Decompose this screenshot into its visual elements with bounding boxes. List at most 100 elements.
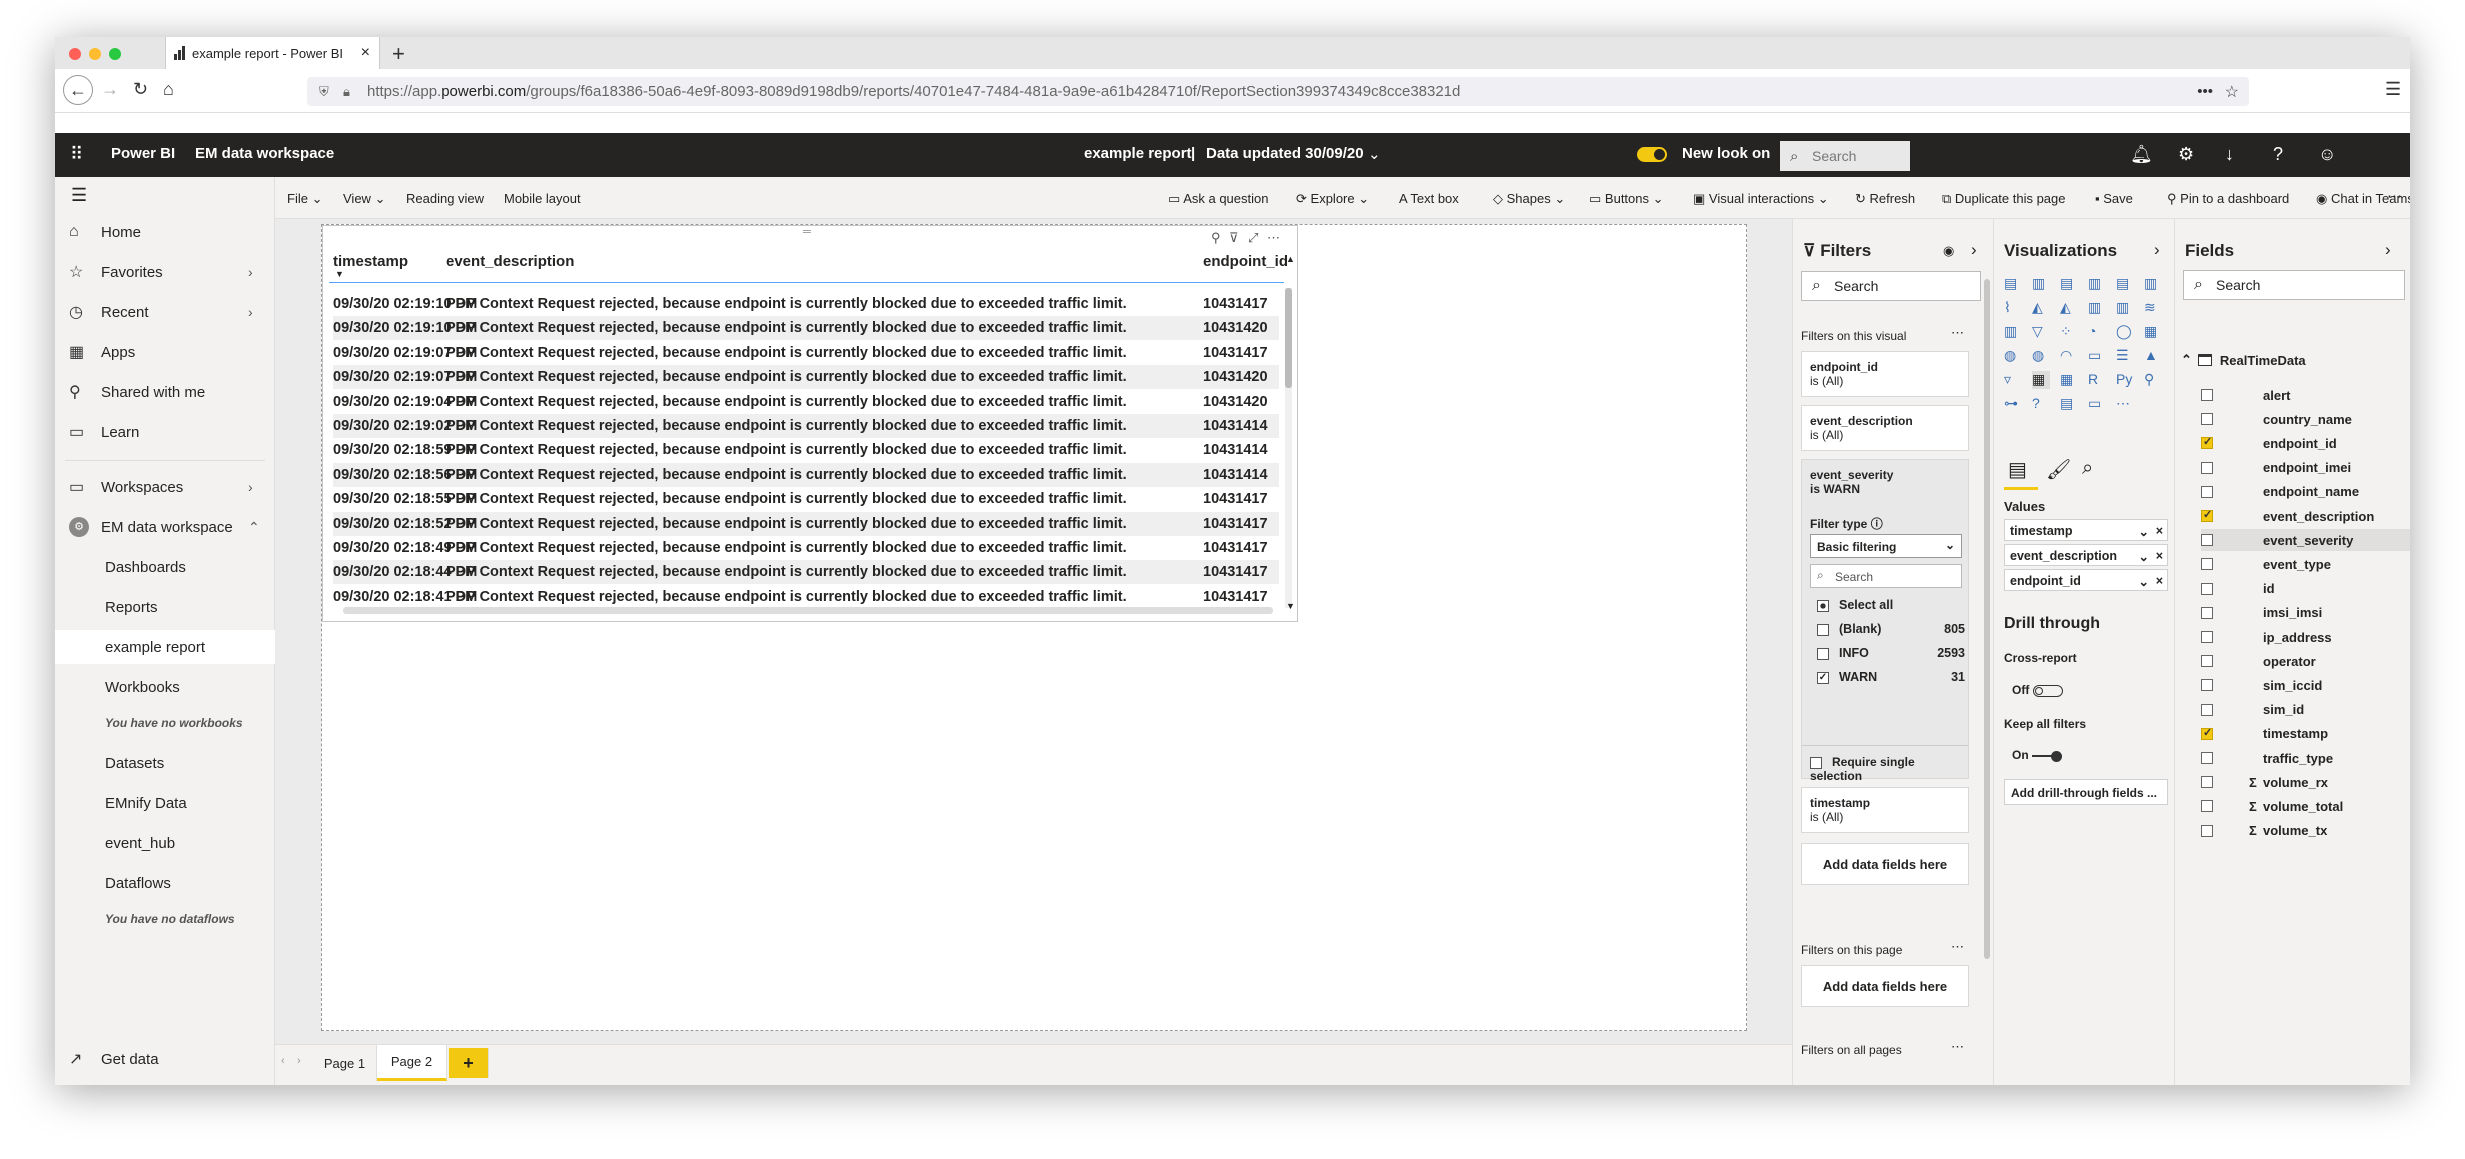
field-checkbox[interactable] [2201,606,2213,619]
field-event-type[interactable]: event_type [2201,553,2410,575]
scatter-visual-icon[interactable]: ⁘ [2060,323,2078,341]
field-volume-total[interactable]: Σvolume_total [2201,795,2410,817]
field-id[interactable]: id [2201,578,2410,600]
explore-menu[interactable]: ⟳ Explore ⌄ [1296,191,1369,207]
field-checkbox[interactable] [2201,703,2213,716]
nav-reports[interactable]: Reports [55,592,275,622]
kpi-visual-icon[interactable]: ▲ [2144,347,2162,365]
table-row[interactable]: 09/30/20 02:19:10 PM PDP Context Request … [333,316,1279,341]
field-checkbox[interactable] [2201,824,2213,837]
keep-filters-toggle[interactable]: On [2012,748,2063,762]
field-event-description[interactable]: ✓ event_description [2201,505,2410,527]
refresh-button[interactable]: ↻ Refresh [1855,191,1915,207]
back-icon[interactable]: ← [63,75,93,105]
add-visual-filter-fields[interactable]: Add data fields here [1801,843,1969,885]
analytics-magnifier-icon[interactable]: ⌕ [2082,457,2093,480]
field-endpoint-name[interactable]: endpoint_name [2201,481,2410,503]
field-checkbox[interactable] [2201,679,2213,692]
filter-type-dropdown[interactable]: Basic filtering ⌄ [1810,534,1962,558]
data-updated[interactable]: Data updated 30/09/20 [1206,145,1364,162]
nav-em-workspace[interactable]: ⚙ EM data workspace ⌃ [55,512,275,542]
table-row[interactable]: 09/30/20 02:19:04 PM PDP Context Request … [333,390,1279,414]
field-alert[interactable]: alert [2201,384,2410,406]
multi-row-card-visual-icon[interactable]: ☰ [2116,347,2134,365]
collapse-filters-icon[interactable]: › [1971,240,1977,260]
nav-home[interactable]: ⌂ Home [55,217,275,247]
fields-tab-icon[interactable]: ▤ [2008,457,2027,482]
slicer-visual-icon[interactable]: ▿ [2004,371,2022,389]
nav-apps[interactable]: ▦ Apps [55,337,275,367]
nav-shared[interactable]: ⚲ Shared with me [55,377,275,407]
treemap-visual-icon[interactable]: ▦ [2144,323,2162,341]
table-row[interactable]: 09/30/20 02:18:44 PM PDP Context Request … [333,560,1279,585]
table-row[interactable]: 09/30/20 02:18:59 PM PDP Context Request … [333,438,1279,462]
remove-field-icon[interactable]: × [2156,549,2163,563]
field-checkbox[interactable]: ✓ [2201,436,2213,450]
field-checkbox[interactable] [2201,485,2213,498]
tab-page-2[interactable]: Page 2 [377,1045,447,1081]
hamburger-icon[interactable]: ☰ [71,185,87,206]
filter-card-endpoint-id[interactable]: endpoint_id is (All) [1801,351,1969,397]
field-checkbox[interactable] [2201,631,2213,643]
column-header-endpoint-id[interactable]: endpoint_id [1203,253,1288,270]
scroll-down-icon[interactable]: ▼ [1286,601,1295,611]
table-row[interactable]: 09/30/20 02:18:55 PM PDP Context Request … [333,487,1279,511]
table-row[interactable]: 09/30/20 02:18:52 PM PDP Context Request … [333,511,1279,536]
field-sim-id[interactable]: sim_id [2201,699,2410,721]
home-icon[interactable]: ⌂ [163,79,174,100]
line-clustered-visual-icon[interactable]: ▥ [2116,299,2134,317]
field-checkbox[interactable] [2201,655,2213,668]
nav-workspaces[interactable]: ▭ Workspaces › [55,472,275,502]
field-traffic-type[interactable]: traffic_type [2201,747,2410,769]
filter-values-search[interactable]: ⌕ Search [1810,564,1962,588]
stacked-column-visual-icon[interactable]: ▥ [2032,275,2050,293]
100-column-visual-icon[interactable]: ▥ [2144,275,2162,293]
area-visual-icon[interactable]: ◭ [2032,299,2050,317]
remove-field-icon[interactable]: × [2156,574,2163,588]
field-checkbox[interactable] [2201,776,2213,789]
nav-favorites[interactable]: ☆ Favorites › [55,257,275,287]
key-influencers-visual-icon[interactable]: ⚲ [2144,371,2162,389]
buttons-menu[interactable]: ▭ Buttons ⌄ [1589,191,1664,207]
waterfall-visual-icon[interactable]: ▥ [2004,323,2022,341]
values-well-event-description[interactable]: event_description ⌄ × [2004,544,2168,566]
require-single-selection[interactable]: Require single selection [1810,755,1968,783]
filter-icon[interactable]: ⊽ [1229,230,1239,246]
nav-example-report[interactable]: example report [55,630,275,664]
ask-question-button[interactable]: ▭ Ask a question [1168,191,1268,207]
app-launcher-icon[interactable]: ⠿ [70,144,83,165]
file-menu[interactable]: File ⌄ [287,191,322,207]
filled-map-visual-icon[interactable]: ◍ [2032,347,2050,365]
table-visual[interactable]: ⚲ ⊽ ⤢ ⋯ ═ timestamp ▼ event_description … [322,225,1298,622]
column-header-event-description[interactable]: event_description [446,253,574,270]
shapes-menu[interactable]: ◇ Shapes ⌄ [1493,191,1565,207]
blank-checkbox[interactable] [1817,623,1829,636]
remove-field-icon[interactable]: × [2156,524,2163,538]
chevron-down-icon[interactable]: ⌄ [2139,549,2149,564]
header-search[interactable]: ⌕ Search [1780,141,1910,171]
more-options-icon[interactable]: ⋯ [1951,939,1964,955]
require-single-checkbox[interactable] [1810,756,1822,769]
field-checkbox[interactable] [2201,389,2213,401]
close-window-icon[interactable] [69,48,81,60]
collapse-fields-icon[interactable]: › [2385,240,2391,260]
stacked-area-visual-icon[interactable]: ◭ [2060,299,2078,317]
drag-handle-icon[interactable]: ═ [803,226,811,238]
field-event-severity[interactable]: event_severity [2201,529,2410,552]
line-column-visual-icon[interactable]: ▥ [2088,299,2106,317]
add-page-filter-fields[interactable]: Add data fields here [1801,965,1969,1007]
field-country-name[interactable]: country_name [2201,408,2410,430]
eye-icon[interactable]: ◉ [1943,243,1954,259]
filters-scrollbar[interactable] [1984,279,1990,959]
smart-narrative-visual-icon[interactable]: ▤ [2060,395,2078,413]
browser-tab[interactable]: example report - Power BI × [165,37,380,69]
nav-learn[interactable]: ▭ Learn [55,417,275,447]
field-checkbox[interactable] [2201,752,2213,764]
filter-card-timestamp[interactable]: timestamp is (All) [1801,787,1969,833]
app-name[interactable]: Power BI [111,145,175,162]
filters-search[interactable]: Search [1801,271,1981,301]
field-endpoint-id[interactable]: ✓ endpoint_id [2201,432,2410,454]
sort-desc-icon[interactable]: ▼ [335,269,344,279]
tab-page-1[interactable]: Page 1 [313,1045,377,1081]
new-look-toggle[interactable] [1637,147,1667,162]
